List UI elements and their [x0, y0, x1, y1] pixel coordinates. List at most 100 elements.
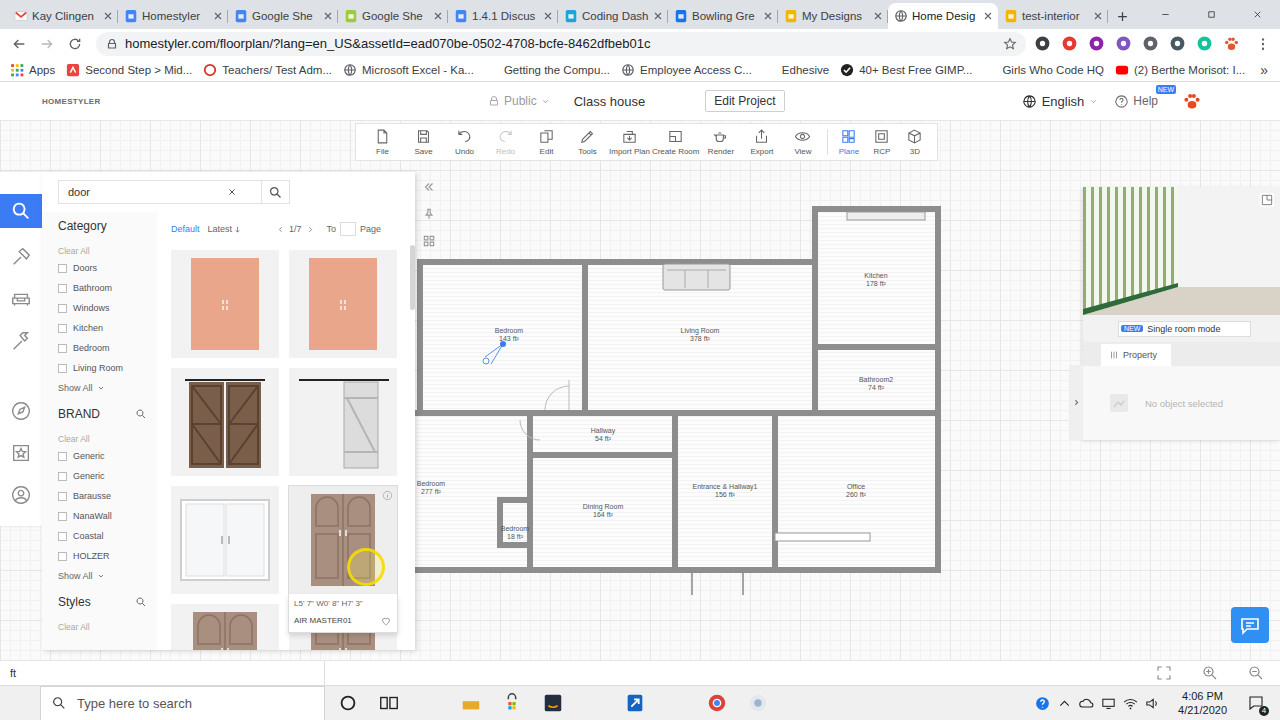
bookmark[interactable]: Getting the Compu... [485, 63, 610, 77]
camera-marker[interactable] [483, 341, 506, 364]
chrome-menu-button[interactable] [1250, 31, 1276, 57]
room-wall[interactable] [396, 413, 530, 570]
product-tile[interactable] [171, 486, 279, 594]
zoom-out-button[interactable] [1244, 662, 1268, 684]
toolbar-button[interactable]: File [362, 128, 403, 157]
browser-tab[interactable]: My Designs [778, 3, 888, 29]
clear-all-link[interactable]: Clear All [58, 620, 147, 634]
product-tile[interactable] [289, 250, 397, 358]
address-bar[interactable]: homestyler.com/floorplan/?lang=en_US&ass… [96, 32, 1026, 56]
browser-tab[interactable]: Bowling Gre [668, 3, 778, 29]
3d-preview[interactable] [1083, 187, 1280, 315]
room-floor[interactable] [815, 347, 938, 413]
office-partition[interactable] [775, 533, 870, 541]
taskbar-search[interactable]: Type here to search [40, 686, 325, 720]
checkbox[interactable] [58, 492, 67, 501]
room-floor[interactable] [775, 413, 938, 570]
taskbar-app[interactable] [327, 686, 368, 720]
taskbar-app[interactable] [532, 686, 573, 720]
rail-button[interactable] [0, 278, 42, 320]
back-button[interactable] [6, 31, 32, 57]
help-icon[interactable] [1034, 695, 1051, 712]
checkbox[interactable] [58, 472, 67, 481]
taskbar-app[interactable] [368, 686, 409, 720]
maximize-button[interactable] [1188, 0, 1234, 29]
language-dropdown[interactable]: English [1022, 94, 1099, 109]
amazon-icon[interactable] [542, 692, 564, 714]
room-wall[interactable] [815, 347, 938, 413]
checkbox[interactable] [58, 304, 67, 313]
browser-tab[interactable]: test-interior [998, 3, 1108, 29]
rail-button[interactable] [0, 474, 42, 516]
checkbox[interactable] [58, 284, 67, 293]
design-canvas[interactable]: Bedroom143 ft²Living Room378 ft²Kitchen1… [0, 120, 1280, 660]
room-floor[interactable] [530, 455, 675, 570]
filter-option[interactable]: Coastal [58, 526, 147, 546]
search-button[interactable] [262, 180, 290, 204]
room-wall[interactable] [530, 413, 675, 455]
kitchen-counter[interactable] [847, 212, 925, 220]
room-floor[interactable] [585, 262, 815, 413]
rail-button[interactable] [0, 390, 42, 432]
toolbar-button[interactable]: Save [403, 128, 444, 157]
search-field[interactable]: door [58, 180, 262, 204]
toolbar-button[interactable]: View [782, 128, 823, 157]
property-tab[interactable]: Property [1101, 344, 1171, 366]
room-wall[interactable] [815, 209, 938, 347]
edit-project-button[interactable]: Edit Project [705, 90, 784, 112]
checkbox[interactable] [58, 552, 67, 561]
toolbar-button[interactable]: Undo [444, 128, 485, 157]
collapse-panel-button[interactable] [420, 178, 438, 196]
checkbox[interactable] [58, 264, 67, 273]
checkbox[interactable] [58, 512, 67, 521]
browser-tab[interactable]: Google She [228, 3, 338, 29]
room-floor[interactable] [675, 413, 775, 570]
filter-option[interactable]: HOLZER [58, 546, 147, 566]
filter-option[interactable]: Bathroom [58, 278, 147, 298]
show-all-link[interactable]: Show All [58, 378, 147, 398]
rail-button[interactable] [0, 320, 42, 362]
product-tile[interactable] [171, 368, 279, 476]
bookmark[interactable]: Girls Who Code HQ [983, 63, 1104, 77]
cortana-icon[interactable] [337, 692, 359, 714]
rail-button[interactable] [0, 194, 42, 228]
filter-option[interactable]: Windows [58, 298, 147, 318]
minimize-button[interactable] [1142, 0, 1188, 29]
sort-option[interactable]: Latest [208, 224, 243, 234]
grid-button[interactable] [420, 232, 438, 250]
toolbar-button[interactable]: Import Plan [608, 128, 651, 157]
office-icon[interactable] [665, 692, 687, 714]
scrollbar-thumb[interactable] [410, 245, 415, 310]
bookmark[interactable]: Microsoft Excel - Ka... [343, 63, 474, 77]
room-wall[interactable] [775, 413, 938, 570]
start-button[interactable] [0, 686, 40, 720]
extension-icon[interactable] [1034, 35, 1051, 52]
forward-button[interactable] [34, 31, 60, 57]
page-input[interactable] [340, 222, 356, 236]
taskbar-app[interactable] [409, 686, 450, 720]
room-wall[interactable] [675, 413, 775, 570]
monitor-icon[interactable] [1100, 695, 1117, 712]
product-tile[interactable]: L5' 7" W0' 8" H7' 3" AIR MASTER01 [289, 486, 397, 594]
taskbar-app[interactable] [450, 686, 491, 720]
taskview-icon[interactable] [378, 692, 400, 714]
checkbox[interactable] [58, 344, 67, 353]
browser-tab[interactable]: Home Desig [888, 3, 998, 29]
chat-button[interactable] [1231, 607, 1269, 643]
checkbox[interactable] [58, 452, 67, 461]
show-hidden-icon[interactable] [1056, 695, 1073, 712]
bluebird-icon[interactable] [624, 692, 646, 714]
extension-icon[interactable] [1115, 35, 1132, 52]
visibility-dropdown[interactable]: Public [488, 94, 550, 108]
recorder-icon[interactable] [747, 692, 769, 714]
room-floor[interactable] [815, 209, 938, 347]
toolbar-button[interactable]: Export [741, 128, 782, 157]
sort-option[interactable]: Default [171, 224, 200, 234]
single-room-mode-button[interactable]: NEW Single room mode [1118, 321, 1251, 337]
bookmark[interactable]: Edhesive [763, 63, 829, 77]
room-floor[interactable] [420, 262, 585, 413]
filter-option[interactable]: Kitchen [58, 318, 147, 338]
toolbar-button[interactable]: Render [700, 128, 741, 157]
sofa[interactable] [663, 264, 730, 290]
unit-dropdown[interactable]: ft [0, 661, 325, 686]
